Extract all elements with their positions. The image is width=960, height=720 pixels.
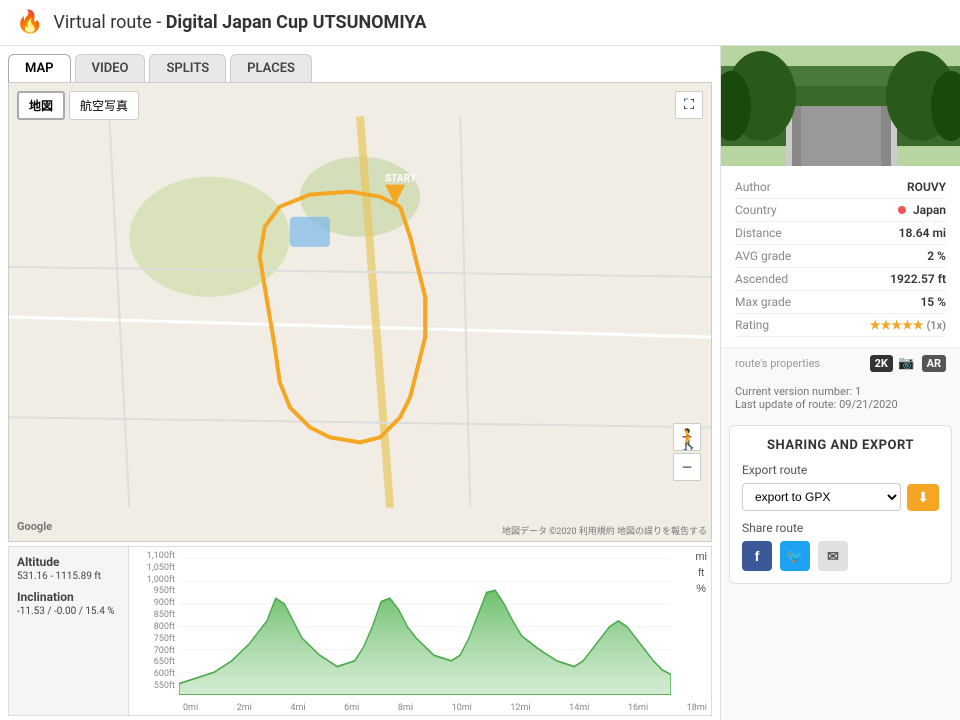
unit-pct-button[interactable]: % [695, 583, 707, 595]
country-dot [898, 206, 906, 214]
distance-value: 18.64 mi [899, 226, 946, 240]
app-header: 🔥 Virtual route - Digital Japan Cup UTSU… [0, 0, 960, 46]
author-label: Author [735, 180, 771, 194]
unit-ft-button[interactable]: ft [695, 567, 707, 579]
share-label: Share route [742, 521, 939, 535]
export-label: Export route [742, 463, 939, 477]
map-attribution: 地図データ ©2020 利用規約 地図の誤りを報告する [502, 524, 707, 537]
author-value: ROUVY [907, 180, 946, 194]
version-line2: Last update of route: 09/21/2020 [735, 398, 946, 411]
altitude-label: Altitude [17, 555, 120, 569]
tab-places[interactable]: PLACES [230, 54, 312, 82]
export-download-button[interactable]: ⬇ [907, 484, 939, 511]
elevation-chart: 1,100ft 1,050ft 1,000ft 950ft 900ft 850f… [129, 547, 711, 715]
ascended-label: Ascended [735, 272, 788, 286]
pegman-button[interactable]: 🚶 [676, 427, 701, 451]
ascended-value: 1922.57 ft [890, 272, 946, 286]
route-props-label: route's properties [735, 357, 820, 370]
country-row: Country Japan [735, 199, 946, 222]
svg-text:START: START [385, 174, 417, 185]
app-logo: 🔥 [16, 10, 43, 35]
inclination-value: -11.53 / -0.00 / 15.4 % [17, 606, 120, 617]
email-share-button[interactable]: ✉ [818, 541, 848, 571]
twitter-share-button[interactable]: 🐦 [780, 541, 810, 571]
avg-grade-value: 2 % [927, 249, 946, 263]
version-line1: Current version number: 1 [735, 385, 946, 398]
max-grade-row: Max grade 15 % [735, 291, 946, 314]
rating-row: Rating ★★★★★ (1x) [735, 314, 946, 337]
route-image [721, 46, 960, 166]
export-select[interactable]: export to GPX export to TCX export to FI… [742, 483, 901, 511]
sharing-section: SHARING AND EXPORT Export route export t… [729, 425, 952, 584]
route-properties: route's properties 2K 📷 AR [721, 347, 960, 379]
max-grade-value: 15 % [920, 295, 946, 309]
altitude-value: 531.16 - 1115.89 ft [17, 571, 120, 582]
version-info: Current version number: 1 Last update of… [721, 379, 960, 417]
elevation-panel: Altitude 531.16 - 1115.89 ft Inclination… [8, 546, 712, 716]
unit-mi-button[interactable]: mi [695, 551, 707, 563]
layer-map-button[interactable]: 地図 [17, 91, 65, 120]
elevation-units: mi ft % [691, 547, 711, 599]
google-logo: Google [17, 520, 52, 533]
avg-grade-row: AVG grade 2 % [735, 245, 946, 268]
tab-bar: MAP VIDEO SPLITS PLACES [0, 46, 720, 82]
rating-label: Rating [735, 318, 769, 332]
route-stats: Author ROUVY Country Japan Distance 18.6… [721, 166, 960, 347]
camera-icon: 📷 [898, 356, 914, 371]
expand-icon: ⛶ [684, 97, 694, 113]
badge-ar: AR [922, 355, 946, 372]
map-layer-controls: 地図 航空写真 [17, 91, 139, 120]
layer-satellite-button[interactable]: 航空写真 [69, 91, 139, 120]
country-value: Japan [898, 203, 946, 217]
avg-grade-label: AVG grade [735, 249, 791, 263]
tab-map[interactable]: MAP [8, 54, 71, 82]
country-label: Country [735, 203, 777, 217]
facebook-share-button[interactable]: f [742, 541, 772, 571]
map-expand-button[interactable]: ⛶ [675, 91, 703, 119]
zoom-out-button[interactable]: − [673, 453, 701, 481]
tab-splits[interactable]: SPLITS [149, 54, 226, 82]
rating-value: ★★★★★ (1x) [870, 318, 946, 332]
elevation-x-axis: 0mi 2mi 4mi 6mi 8mi 10mi 12mi 14mi 16mi … [179, 701, 711, 715]
sharing-title: SHARING AND EXPORT [742, 438, 939, 453]
tab-video[interactable]: VIDEO [75, 54, 146, 82]
max-grade-label: Max grade [735, 295, 791, 309]
social-row: f 🐦 ✉ [742, 541, 939, 571]
rating-count: (1x) [926, 319, 946, 332]
inclination-label: Inclination [17, 590, 120, 604]
map-container: START 地図 航空写真 ⛶ + − 🚶 Goog [8, 82, 712, 542]
route-badges: 2K 📷 AR [866, 356, 946, 371]
page-title: Virtual route - Digital Japan Cup UTSUNO… [53, 12, 426, 33]
ascended-row: Ascended 1922.57 ft [735, 268, 946, 291]
distance-label: Distance [735, 226, 782, 240]
author-row: Author ROUVY [735, 176, 946, 199]
export-row: export to GPX export to TCX export to FI… [742, 483, 939, 511]
elevation-info: Altitude 531.16 - 1115.89 ft Inclination… [9, 547, 129, 715]
rating-stars: ★★★★★ [870, 318, 924, 332]
badge-2k: 2K [870, 355, 893, 372]
elevation-y-axis: 1,100ft 1,050ft 1,000ft 950ft 900ft 850f… [129, 547, 179, 695]
distance-row: Distance 18.64 mi [735, 222, 946, 245]
right-panel: Author ROUVY Country Japan Distance 18.6… [720, 46, 960, 720]
